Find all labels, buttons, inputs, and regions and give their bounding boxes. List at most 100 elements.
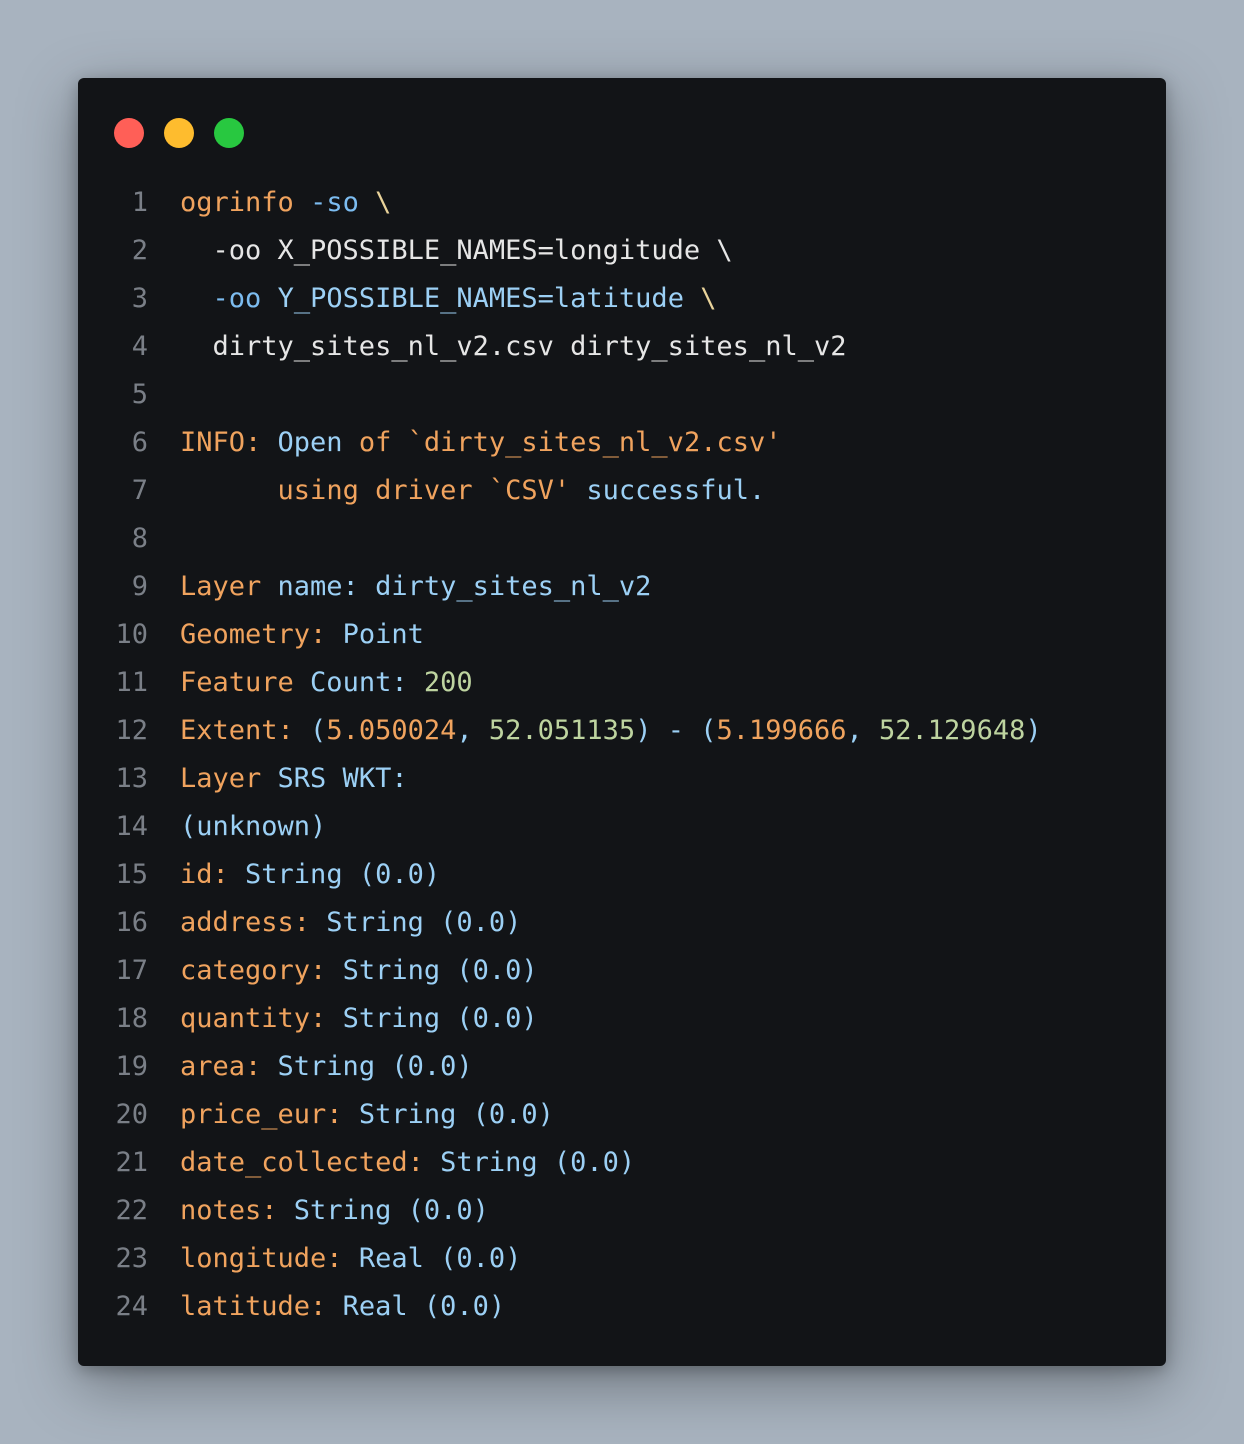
line-content: Geometry: Point [180, 619, 424, 650]
code-token: ) - ( [635, 714, 717, 746]
line-number: 5 [131, 378, 148, 410]
line-content: notes: String (0.0) [180, 1195, 489, 1226]
code-line: 17 category: String (0.0) [78, 946, 1166, 994]
code-token: Layer [180, 762, 262, 794]
line-content: Layer SRS WKT: [180, 763, 408, 794]
line-number: 19 [115, 1050, 148, 1082]
code-token: `dirty_sites_nl_v2.csv' [391, 426, 782, 458]
line-content: price_eur: String (0.0) [180, 1099, 554, 1130]
code-token: -so [310, 186, 359, 218]
code-line: 15 id: String (0.0) [78, 850, 1166, 898]
code-token: 52.051135 [488, 714, 636, 746]
code-token: ) [1025, 714, 1042, 746]
code-token: String (0.0) [228, 858, 441, 890]
line-content: -oo Y_POSSIBLE_NAMES=latitude \ [180, 282, 717, 314]
line-content: Layer name: dirty_sites_nl_v2 [180, 571, 651, 602]
line-number: 10 [115, 618, 148, 650]
code-token: notes: [180, 1194, 278, 1226]
code-token: address: [180, 906, 311, 938]
line-number: 9 [131, 570, 148, 602]
line-number: 1 [131, 186, 148, 218]
code-token: , [456, 714, 489, 746]
code-line: 2 -oo X_POSSIBLE_NAMES=longitude \ [78, 226, 1166, 274]
code-line: 3 -oo Y_POSSIBLE_NAMES=latitude \ [78, 274, 1166, 322]
line-number: 18 [115, 1002, 148, 1034]
code-token: area: [180, 1050, 262, 1082]
code-token: 200 [423, 666, 473, 698]
line-number: 4 [131, 330, 148, 362]
code-token: 52.129648 [879, 714, 1026, 746]
line-content: using driver `CSV' successful. [180, 474, 766, 506]
code-block: 1 ogrinfo -so \ 2 -oo X_POSSIBLE_NAMES=lon… [78, 178, 1166, 1330]
code-token: longitude: [180, 1242, 343, 1274]
line-content: -oo X_POSSIBLE_NAMES=longitude \ [180, 235, 733, 266]
code-token: , [846, 714, 880, 746]
window-controls [114, 118, 264, 148]
line-number: 3 [131, 282, 148, 314]
line-number: 21 [115, 1146, 148, 1178]
code-token: String (0.0) [342, 1098, 554, 1130]
code-window: 1 ogrinfo -so \ 2 -oo X_POSSIBLE_NAMES=lon… [78, 78, 1166, 1366]
code-token: 5.050024 [326, 714, 457, 746]
line-number: 8 [131, 522, 148, 554]
code-line: 1 ogrinfo -so \ [78, 178, 1166, 226]
code-token: -oo [212, 282, 262, 314]
code-token: Point [326, 618, 424, 650]
code-token: quantity: [180, 1002, 327, 1034]
code-line: 4 dirty_sites_nl_v2.csv dirty_sites_nl_v… [78, 322, 1166, 370]
code-line: 19 area: String (0.0) [78, 1042, 1166, 1090]
line-content: ogrinfo -so \ [180, 187, 391, 218]
code-token: Open [261, 426, 359, 458]
code-line: 14 (unknown) [78, 802, 1166, 850]
code-token: Feature [180, 666, 294, 698]
code-line: 7 using driver `CSV' successful. [78, 466, 1166, 514]
code-token: (unknown) [180, 810, 327, 842]
line-number: 11 [115, 666, 148, 698]
close-dot[interactable] [114, 118, 144, 148]
code-line: 9 Layer name: dirty_sites_nl_v2 [78, 562, 1166, 610]
code-token: date_collected: [180, 1146, 424, 1178]
line-content: longitude: Real (0.0) [180, 1243, 521, 1274]
line-number: 7 [131, 474, 148, 506]
line-number: 23 [115, 1242, 148, 1274]
code-line: 11 Feature Count: 200 [78, 658, 1166, 706]
code-token: String (0.0) [326, 1002, 538, 1034]
line-number: 22 [115, 1194, 148, 1226]
code-line: 12 Extent: (5.050024, 52.051135) - (5.199… [78, 706, 1166, 754]
code-token: price_eur: [180, 1098, 343, 1130]
code-token: String (0.0) [423, 1146, 636, 1178]
minimize-dot[interactable] [164, 118, 194, 148]
line-number: 15 [115, 858, 148, 890]
code-token: of [358, 426, 392, 458]
line-content: address: String (0.0) [180, 907, 521, 938]
line-content: dirty_sites_nl_v2.csv dirty_sites_nl_v2 [180, 331, 847, 362]
code-token: String (0.0) [261, 1050, 473, 1082]
line-content: category: String (0.0) [180, 955, 538, 986]
code-token: String (0.0) [310, 906, 522, 938]
code-token: String (0.0) [326, 954, 538, 986]
line-content: quantity: String (0.0) [180, 1003, 538, 1034]
code-line: 16 address: String (0.0) [78, 898, 1166, 946]
code-token: name: dirty_sites_nl_v2 [261, 570, 652, 602]
line-content: area: String (0.0) [180, 1051, 473, 1082]
line-content: Feature Count: 200 [180, 667, 473, 698]
line-content: (unknown) [180, 811, 326, 842]
line-number: 17 [115, 954, 148, 986]
code-token: using driver `CSV' [277, 474, 571, 506]
code-line: 22 notes: String (0.0) [78, 1186, 1166, 1234]
code-token: ( [293, 714, 327, 746]
code-token: latitude: [180, 1290, 327, 1322]
line-number: 24 [115, 1290, 148, 1322]
code-token: INFO: [180, 426, 262, 458]
code-line: 20 price_eur: String (0.0) [78, 1090, 1166, 1138]
code-token: Real (0.0) [326, 1290, 506, 1322]
maximize-dot[interactable] [214, 118, 244, 148]
code-token: Y_POSSIBLE_NAMES=latitude [277, 282, 684, 314]
line-content: latitude: Real (0.0) [180, 1291, 505, 1322]
code-token: Real (0.0) [342, 1242, 522, 1274]
code-line: 23 longitude: Real (0.0) [78, 1234, 1166, 1282]
code-token: Layer [180, 570, 262, 602]
